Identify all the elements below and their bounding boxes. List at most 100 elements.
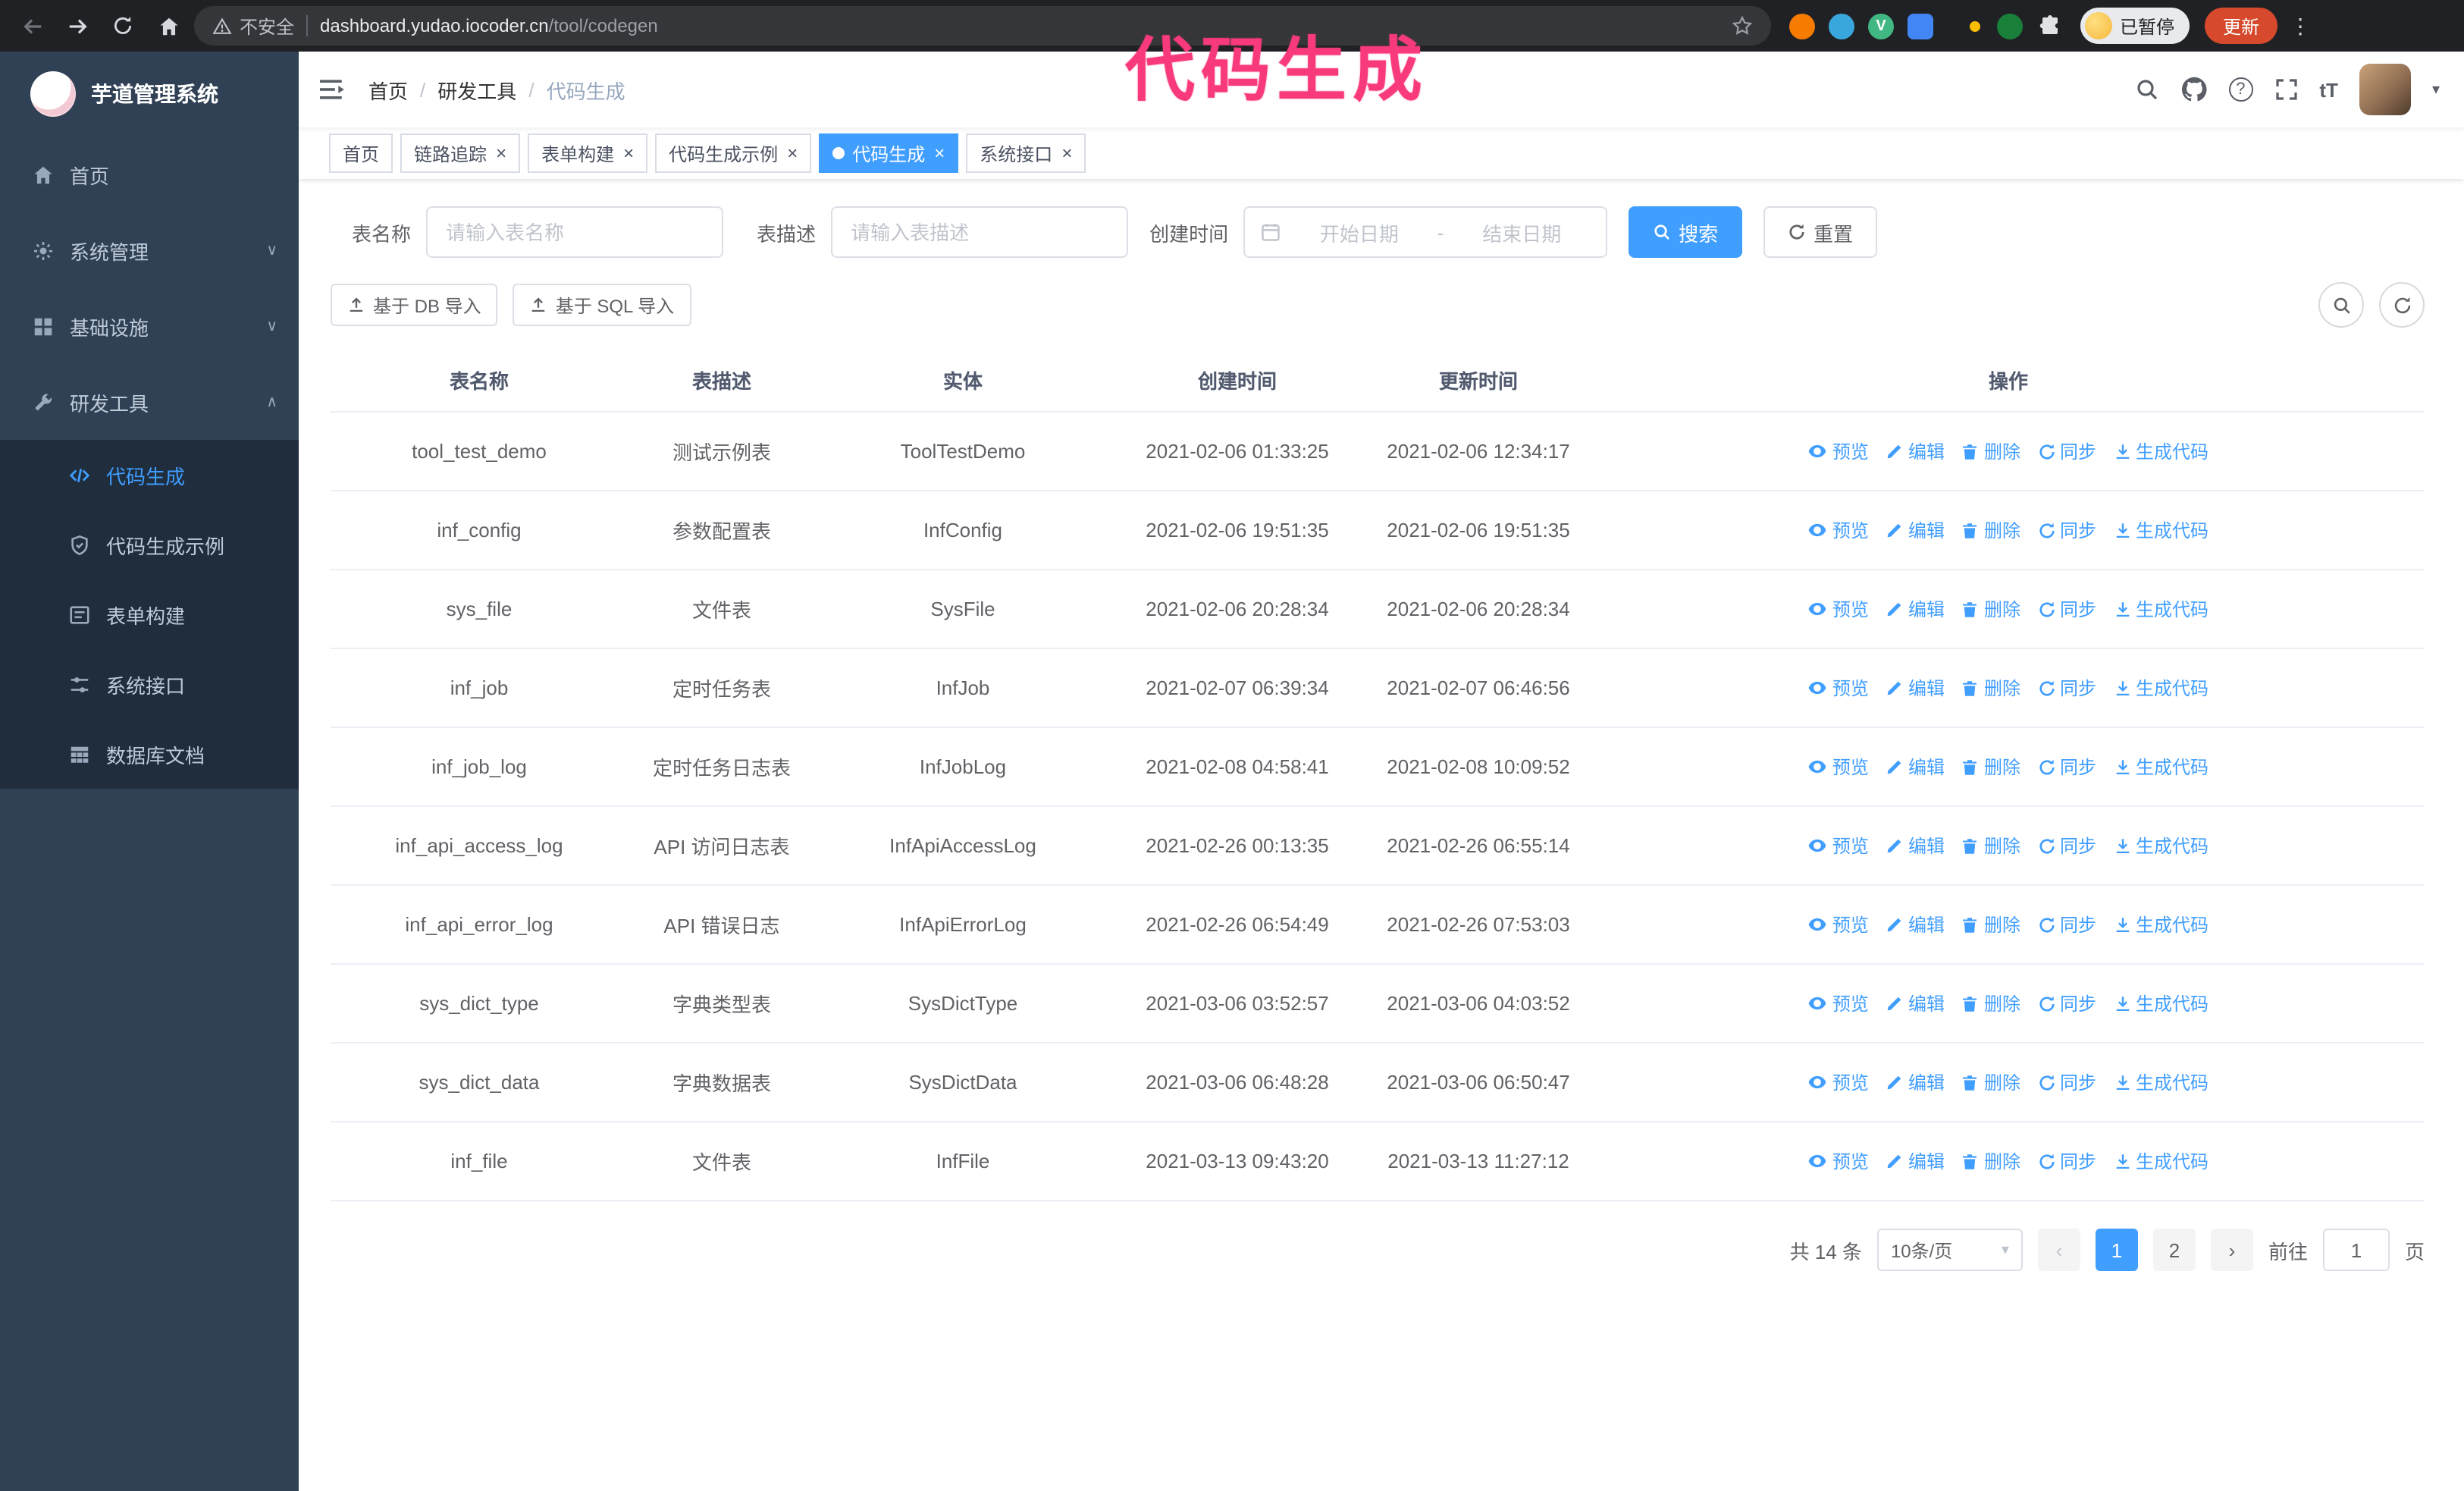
page-button-2[interactable]: 2 [2152, 1229, 2196, 1271]
help-icon[interactable]: ? [2228, 77, 2253, 102]
sidebar-item-1[interactable]: 系统管理 ∨ [0, 212, 299, 288]
table-desc-input[interactable] [831, 206, 1129, 258]
close-icon[interactable]: × [785, 144, 798, 162]
sync-link[interactable]: 同步 [2037, 675, 2096, 701]
edit-link[interactable]: 编辑 [1886, 517, 1945, 543]
update-button[interactable]: 更新 [2205, 8, 2278, 44]
edit-link[interactable]: 编辑 [1886, 912, 1945, 937]
browser-menu-icon[interactable]: ⋮ [2284, 13, 2317, 39]
sync-link[interactable]: 同步 [2037, 596, 2096, 622]
preview-link[interactable]: 预览 [1808, 833, 1869, 859]
generate-code-link[interactable]: 生成代码 [2113, 754, 2209, 780]
prev-page-button[interactable]: ‹ [2037, 1229, 2080, 1271]
extension-icon[interactable] [1829, 13, 1854, 39]
date-range-picker[interactable]: 开始日期 - 结束日期 [1243, 206, 1608, 258]
extension-icon[interactable] [1789, 13, 1815, 39]
preview-link[interactable]: 预览 [1808, 1069, 1869, 1095]
delete-link[interactable]: 删除 [1961, 833, 2020, 859]
reload-icon[interactable] [103, 6, 143, 46]
delete-link[interactable]: 删除 [1961, 754, 2020, 780]
extension-icon[interactable] [1947, 13, 1983, 39]
sync-link[interactable]: 同步 [2037, 990, 2096, 1016]
delete-link[interactable]: 删除 [1961, 1069, 2020, 1095]
sync-link[interactable]: 同步 [2037, 833, 2096, 859]
submenu-item-1[interactable]: 代码生成示例 [0, 510, 299, 579]
preview-link[interactable]: 预览 [1808, 754, 1869, 780]
edit-link[interactable]: 编辑 [1886, 675, 1945, 701]
sync-link[interactable]: 同步 [2037, 438, 2096, 464]
edit-link[interactable]: 编辑 [1886, 754, 1945, 780]
preview-link[interactable]: 预览 [1808, 990, 1869, 1016]
bookmark-star-icon[interactable] [1732, 15, 1753, 36]
generate-code-link[interactable]: 生成代码 [2113, 1069, 2209, 1095]
extension-icon[interactable] [1908, 13, 1933, 39]
toggle-search-button[interactable] [2318, 282, 2364, 328]
back-icon[interactable] [12, 6, 52, 46]
next-page-button[interactable]: › [2210, 1229, 2253, 1271]
extension-icon[interactable]: V [1868, 13, 1894, 39]
generate-code-link[interactable]: 生成代码 [2113, 675, 2209, 701]
url-text[interactable]: dashboard.yudao.iocoder.cn/tool/codegen [320, 15, 1719, 36]
preview-link[interactable]: 预览 [1808, 517, 1869, 543]
preview-link[interactable]: 预览 [1808, 912, 1869, 937]
sync-link[interactable]: 同步 [2037, 1148, 2096, 1174]
search-button[interactable]: 搜索 [1629, 206, 1743, 258]
breadcrumb-home[interactable]: 首页 [368, 75, 408, 104]
page-button-1[interactable]: 1 [2095, 1229, 2138, 1271]
goto-page-input[interactable] [2322, 1229, 2390, 1271]
page-size-select[interactable]: 10条/页 ▾ [1876, 1229, 2023, 1271]
close-icon[interactable]: × [622, 144, 634, 162]
home-icon[interactable] [149, 6, 188, 46]
puzzle-icon[interactable] [2036, 13, 2062, 39]
tab-0[interactable]: 首页 [329, 133, 393, 173]
generate-code-link[interactable]: 生成代码 [2113, 990, 2209, 1016]
delete-link[interactable]: 删除 [1961, 517, 2020, 543]
refresh-table-button[interactable] [2379, 282, 2425, 328]
github-icon[interactable] [2180, 76, 2207, 103]
logo-row[interactable]: 芋道管理系统 [0, 52, 299, 137]
delete-link[interactable]: 删除 [1961, 675, 2020, 701]
close-icon[interactable]: × [1060, 144, 1072, 162]
sidebar-item-2[interactable]: 基础设施 ∨ [0, 288, 299, 364]
delete-link[interactable]: 删除 [1961, 438, 2020, 464]
close-icon[interactable]: × [933, 144, 945, 162]
generate-code-link[interactable]: 生成代码 [2113, 833, 2209, 859]
edit-link[interactable]: 编辑 [1886, 438, 1945, 464]
generate-code-link[interactable]: 生成代码 [2113, 517, 2209, 543]
preview-link[interactable]: 预览 [1808, 675, 1869, 701]
security-label[interactable]: 不安全 [240, 13, 294, 39]
reset-button[interactable]: 重置 [1763, 206, 1878, 258]
tab-2[interactable]: 表单构建 × [528, 133, 648, 173]
submenu-item-4[interactable]: 数据库文档 [0, 719, 299, 789]
import-sql-button[interactable]: 基于 SQL 导入 [513, 284, 691, 326]
font-size-icon[interactable]: tT [2319, 78, 2338, 101]
generate-code-link[interactable]: 生成代码 [2113, 912, 2209, 937]
tab-5[interactable]: 系统接口 × [966, 133, 1086, 173]
submenu-item-3[interactable]: 系统接口 [0, 649, 299, 719]
tab-1[interactable]: 链路追踪 × [400, 133, 521, 173]
sync-link[interactable]: 同步 [2037, 517, 2096, 543]
generate-code-link[interactable]: 生成代码 [2113, 596, 2209, 622]
sync-link[interactable]: 同步 [2037, 754, 2096, 780]
chevron-down-icon[interactable]: ▾ [2432, 81, 2440, 98]
tab-4[interactable]: 代码生成 × [819, 133, 959, 173]
import-db-button[interactable]: 基于 DB 导入 [331, 284, 498, 326]
tab-3[interactable]: 代码生成示例 × [655, 133, 812, 173]
delete-link[interactable]: 删除 [1961, 1148, 2020, 1174]
preview-link[interactable]: 预览 [1808, 1148, 1869, 1174]
breadcrumb-devtools[interactable]: 研发工具 [437, 75, 516, 104]
sidebar-item-3[interactable]: 研发工具 ∧ [0, 364, 299, 440]
delete-link[interactable]: 删除 [1961, 912, 2020, 937]
forward-icon[interactable] [58, 6, 97, 46]
fullscreen-icon[interactable] [2274, 77, 2298, 102]
sync-link[interactable]: 同步 [2037, 912, 2096, 937]
preview-link[interactable]: 预览 [1808, 438, 1869, 464]
edit-link[interactable]: 编辑 [1886, 833, 1945, 859]
delete-link[interactable]: 删除 [1961, 596, 2020, 622]
generate-code-link[interactable]: 生成代码 [2113, 1148, 2209, 1174]
edit-link[interactable]: 编辑 [1886, 990, 1945, 1016]
preview-link[interactable]: 预览 [1808, 596, 1869, 622]
edit-link[interactable]: 编辑 [1886, 1069, 1945, 1095]
search-icon[interactable] [2134, 77, 2158, 102]
sidebar-item-0[interactable]: 首页 [0, 137, 299, 212]
